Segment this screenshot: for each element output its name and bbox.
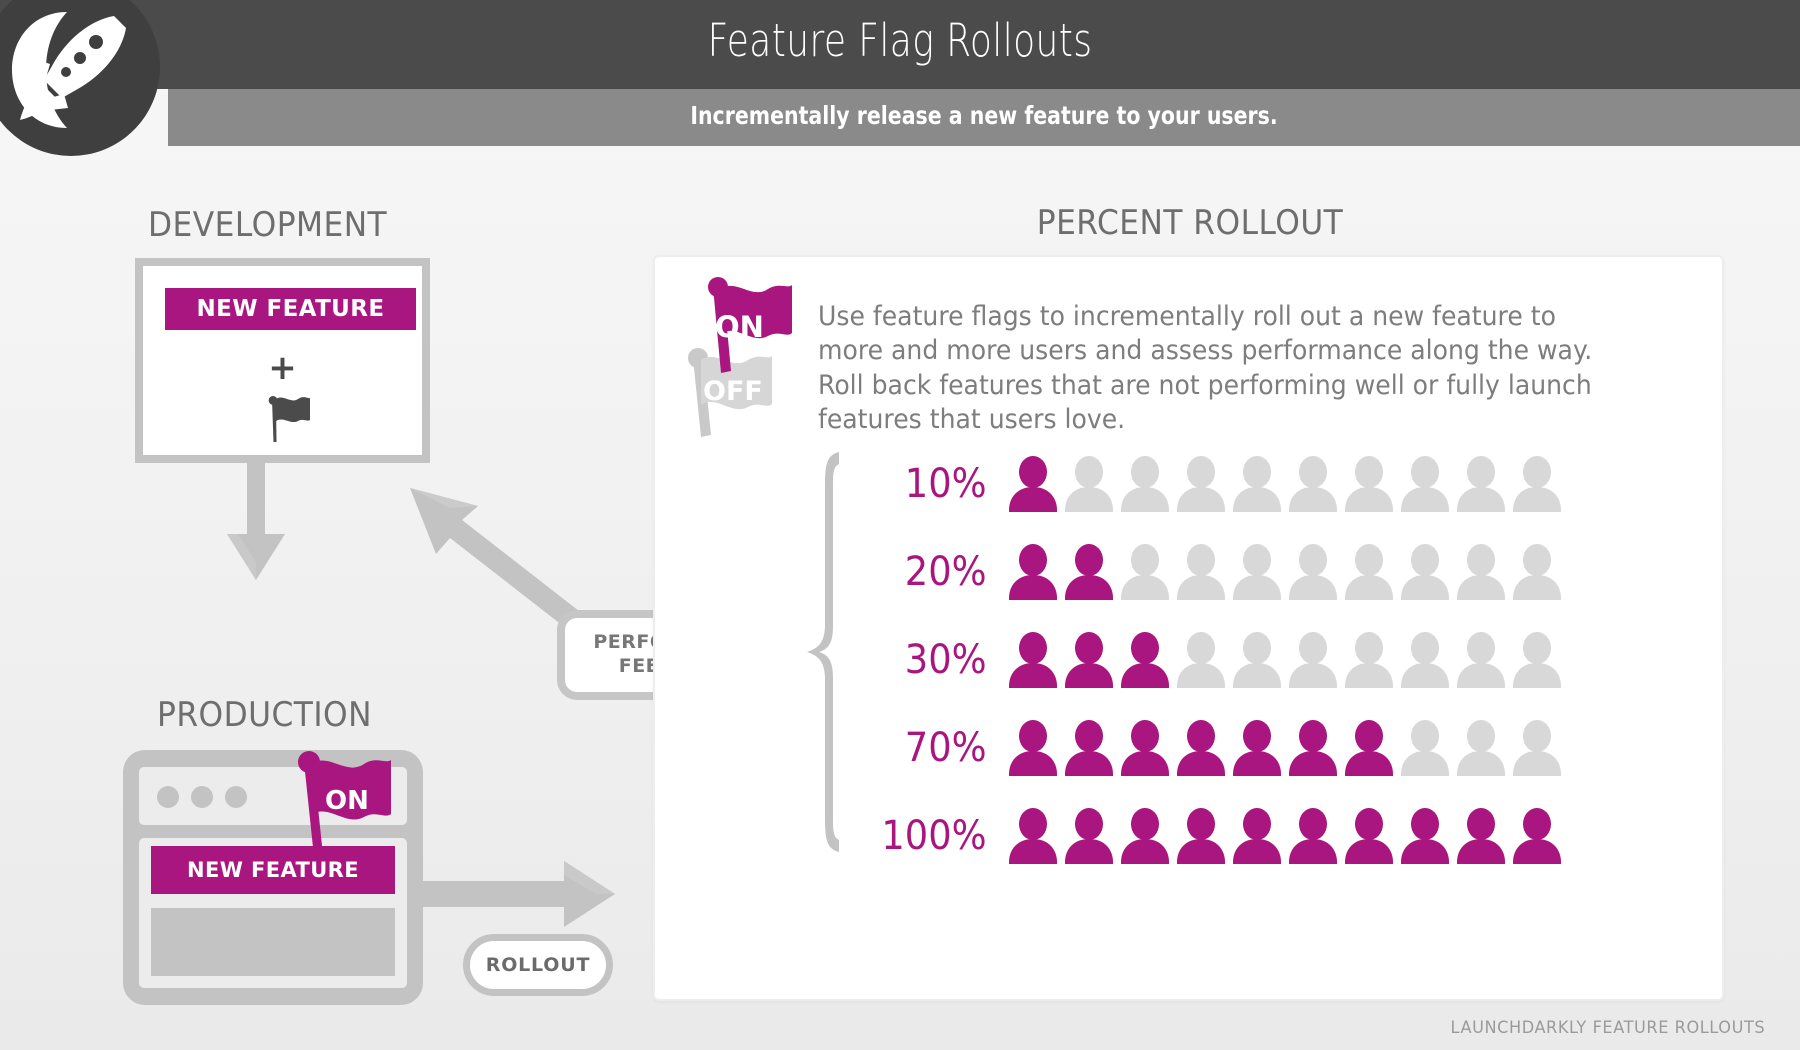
person-icon bbox=[1401, 632, 1449, 688]
person-icon bbox=[1177, 456, 1225, 512]
person-icon bbox=[1065, 632, 1113, 688]
person-icon bbox=[1289, 544, 1337, 600]
percent-row-label: 100% bbox=[881, 813, 987, 859]
development-card: NEW FEATURE + bbox=[135, 258, 430, 463]
person-icon bbox=[1401, 456, 1449, 512]
curly-brace-icon bbox=[807, 452, 839, 852]
person-icon bbox=[1345, 632, 1393, 688]
people-group bbox=[1005, 630, 1565, 690]
person-icon bbox=[1009, 456, 1057, 512]
person-icon bbox=[1457, 808, 1505, 864]
person-icon bbox=[1289, 808, 1337, 864]
percent-row: 30% bbox=[845, 616, 1565, 704]
person-icon bbox=[1233, 808, 1281, 864]
person-icon bbox=[1457, 632, 1505, 688]
person-icon bbox=[1121, 632, 1169, 688]
person-icon bbox=[1009, 720, 1057, 776]
people-group bbox=[1005, 806, 1565, 866]
person-icon bbox=[1513, 720, 1561, 776]
person-icon bbox=[1177, 632, 1225, 688]
content-placeholder-bar bbox=[151, 908, 395, 976]
person-icon bbox=[1233, 544, 1281, 600]
flag-on-label: ON bbox=[715, 310, 764, 344]
person-icon bbox=[1401, 808, 1449, 864]
logo-badge bbox=[0, 0, 160, 156]
person-icon bbox=[1233, 456, 1281, 512]
person-icon bbox=[1233, 720, 1281, 776]
person-icon bbox=[1513, 544, 1561, 600]
person-icon bbox=[1289, 456, 1337, 512]
person-icon bbox=[1345, 720, 1393, 776]
percent-row-label: 30% bbox=[904, 637, 987, 683]
production-flag-state-label: ON bbox=[325, 786, 369, 816]
rocket-icon bbox=[12, 12, 126, 128]
production-section-label: PRODUCTION bbox=[157, 695, 372, 735]
window-dot-2 bbox=[191, 786, 213, 808]
person-icon bbox=[1009, 808, 1057, 864]
person-icon bbox=[1401, 720, 1449, 776]
person-icon bbox=[1513, 456, 1561, 512]
percent-row-label: 70% bbox=[904, 725, 987, 771]
page-subtitle: Incrementally release a new feature to y… bbox=[690, 101, 1278, 130]
flag-icon bbox=[268, 396, 310, 442]
person-icon bbox=[1513, 808, 1561, 864]
people-group bbox=[1005, 718, 1565, 778]
development-section-label: DEVELOPMENT bbox=[148, 205, 388, 245]
person-icon bbox=[1177, 808, 1225, 864]
person-icon bbox=[1289, 720, 1337, 776]
person-icon bbox=[1065, 544, 1113, 600]
person-icon bbox=[1009, 544, 1057, 600]
person-icon bbox=[1009, 632, 1057, 688]
flag-off-label: OFF bbox=[703, 376, 763, 407]
window-dot-1 bbox=[157, 786, 179, 808]
page-title: Feature Flag Rollouts bbox=[707, 14, 1093, 67]
footer-note: LAUNCHDARKLY FEATURE ROLLOUTS bbox=[1450, 1018, 1765, 1038]
person-icon bbox=[1065, 808, 1113, 864]
person-icon bbox=[1121, 720, 1169, 776]
percent-row-label: 10% bbox=[904, 461, 987, 507]
person-icon bbox=[1513, 632, 1561, 688]
percent-rollout-description: Use feature flags to incrementally roll … bbox=[818, 301, 1593, 435]
person-icon bbox=[1345, 456, 1393, 512]
person-icon bbox=[1457, 456, 1505, 512]
person-icon bbox=[1177, 544, 1225, 600]
person-icon bbox=[1457, 544, 1505, 600]
person-icon bbox=[1121, 544, 1169, 600]
person-icon bbox=[1065, 456, 1113, 512]
person-icon bbox=[1345, 808, 1393, 864]
arrow-right-icon bbox=[412, 861, 615, 927]
people-group bbox=[1005, 454, 1565, 514]
percent-row-label: 20% bbox=[904, 549, 987, 595]
person-icon bbox=[1401, 544, 1449, 600]
percent-row: 20% bbox=[845, 528, 1565, 616]
window-dot-3 bbox=[225, 786, 247, 808]
plus-symbol: + bbox=[268, 348, 297, 388]
person-icon bbox=[1457, 720, 1505, 776]
person-icon bbox=[1177, 720, 1225, 776]
person-icon bbox=[1345, 544, 1393, 600]
development-feature-chip: NEW FEATURE bbox=[165, 288, 416, 330]
person-icon bbox=[1121, 456, 1169, 512]
people-group bbox=[1005, 542, 1565, 602]
person-icon bbox=[1121, 808, 1169, 864]
percent-row: 100% bbox=[845, 792, 1565, 880]
percent-rollout-section-label: PERCENT ROLLOUT bbox=[1036, 203, 1344, 243]
person-icon bbox=[1289, 632, 1337, 688]
person-icon bbox=[1233, 632, 1281, 688]
arrow-down-icon bbox=[227, 462, 285, 580]
percent-row: 70% bbox=[845, 704, 1565, 792]
person-icon bbox=[1065, 720, 1113, 776]
percent-rollout-rows: 10% 20% 30% 70% 100% bbox=[845, 440, 1565, 880]
infographic-canvas: Feature Flag Rollouts Incrementally rele… bbox=[0, 0, 1800, 1050]
rollout-pill[interactable]: ROLLOUT bbox=[463, 934, 613, 996]
percent-row: 10% bbox=[845, 440, 1565, 528]
